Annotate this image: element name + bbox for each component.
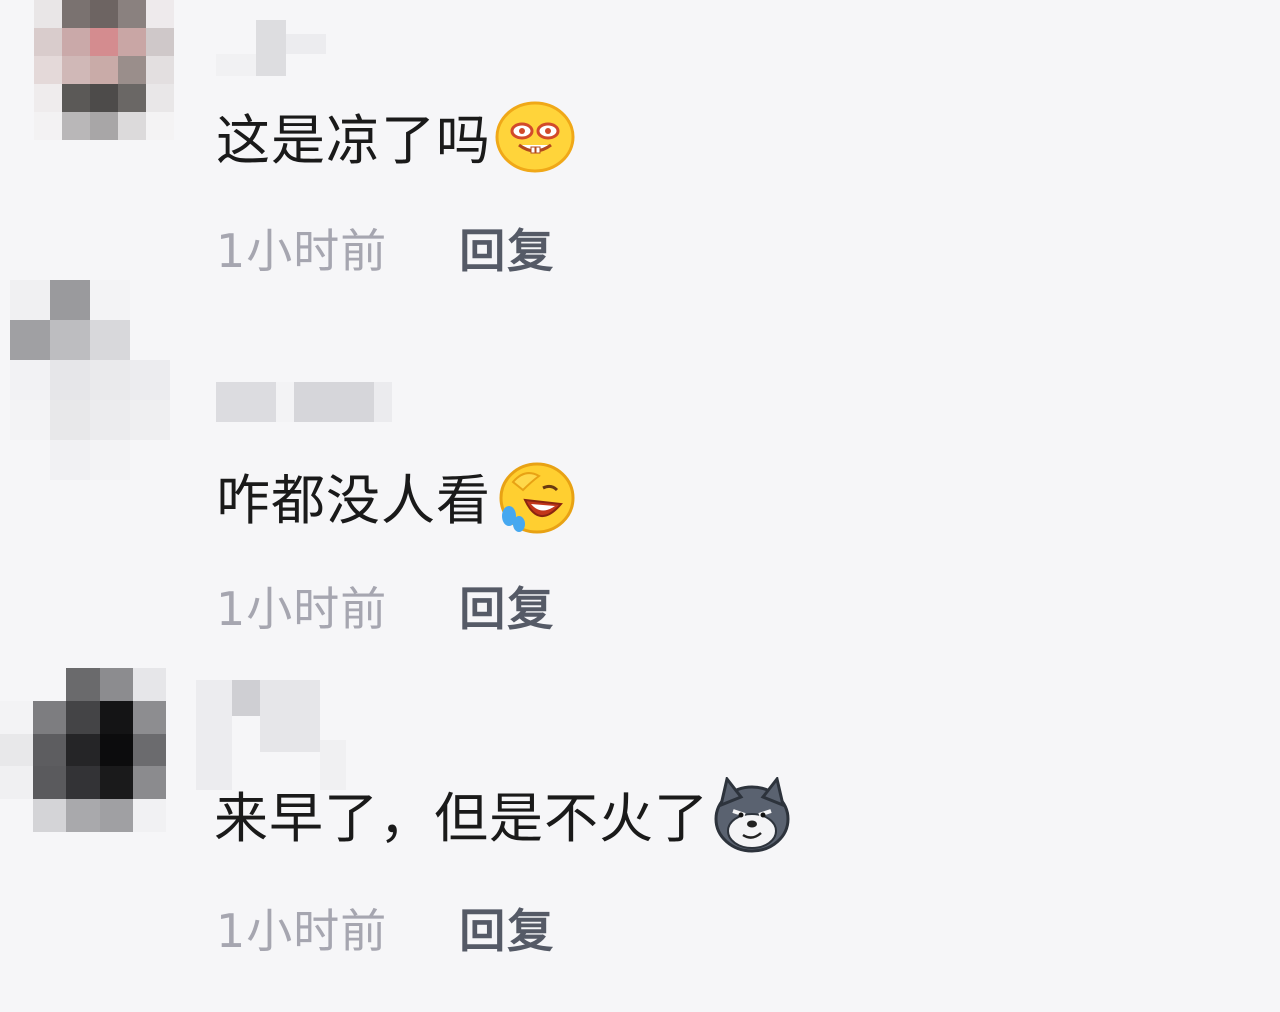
username-blurred[interactable]: [216, 382, 392, 422]
doge-wolf-emoji-icon: [713, 775, 791, 862]
reply-button[interactable]: 回复: [459, 586, 555, 632]
comment-meta: 1小时前 回复: [216, 586, 555, 632]
avatar[interactable]: [0, 668, 166, 832]
drooling-face-emoji-icon: [495, 101, 575, 182]
comment-text: 来早了，但是不火了: [214, 775, 791, 856]
comment-text: 咋都没人看: [216, 462, 575, 536]
timestamp: 1小时前: [216, 582, 388, 636]
reply-button[interactable]: 回复: [459, 228, 555, 274]
avatar[interactable]: [34, 0, 174, 140]
timestamp: 1小时前: [216, 904, 388, 958]
comment-item: 来早了，但是不火了 1小时前 回复: [0, 660, 1280, 1012]
comment-body: 这是凉了吗: [216, 109, 491, 172]
reply-button[interactable]: 回复: [459, 908, 555, 954]
comment-body: 来早了，但是不火了: [214, 787, 709, 850]
comment-item: 咋都没人看 1小时前 回复: [0, 280, 1280, 640]
comment-text: 这是凉了吗: [216, 101, 575, 172]
username-blurred[interactable]: [196, 680, 346, 790]
rofl-laughing-emoji-icon: [495, 460, 575, 543]
comment-body: 咋都没人看: [216, 469, 491, 532]
username-blurred[interactable]: [216, 20, 326, 76]
comment-meta: 1小时前 回复: [216, 908, 555, 954]
comment-meta: 1小时前 回复: [216, 228, 555, 274]
comment-item: 这是凉了吗 1小时前 回复: [0, 0, 1280, 290]
timestamp: 1小时前: [216, 224, 388, 278]
avatar[interactable]: [10, 280, 170, 480]
